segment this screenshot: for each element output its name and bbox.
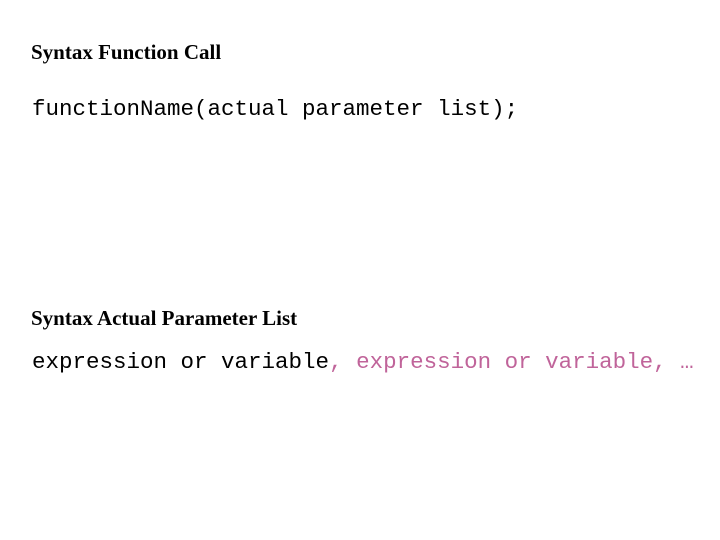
first-parameter-text: expression or variable [32,349,330,375]
function-call-syntax-code: functionName(actual parameter list); [32,96,519,122]
actual-parameter-list-code: expression or variable, expression or va… [32,349,694,375]
repeated-parameter-text: , expression or variable, … [329,349,694,375]
function-call-syntax-heading: Syntax Function Call [31,40,222,64]
actual-parameter-list-heading: Syntax Actual Parameter List [31,306,298,330]
